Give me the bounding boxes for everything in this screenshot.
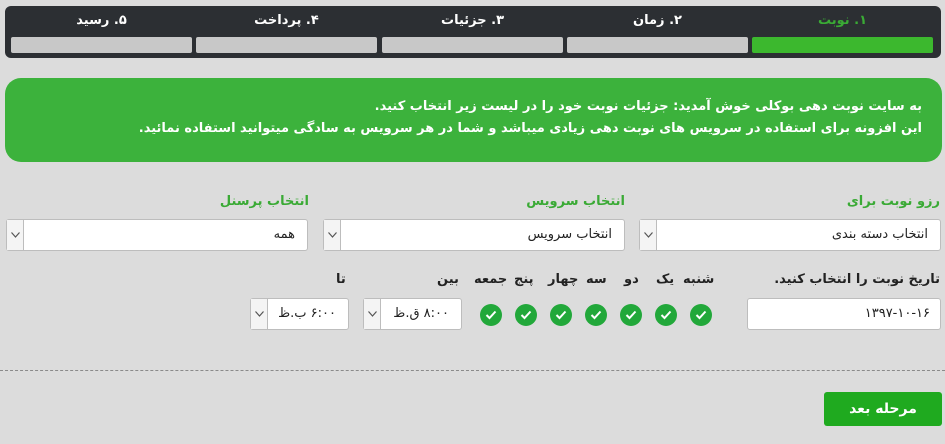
staff-select[interactable]: همه [6,219,308,251]
day-check-friday[interactable] [480,304,502,326]
category-label: رزو نوبت برای [846,194,940,209]
time-to-select[interactable]: ۶:۰۰ ب.ظ [250,298,349,330]
day-label-tuesday: سه [586,272,607,287]
step-label: ۵. رسید [76,13,127,28]
step-progress-bar [196,37,377,53]
time-from-select[interactable]: ۸:۰۰ ق.ظ [363,298,462,330]
checkmark-icon [625,310,637,320]
step-label: ۴. پرداخت [254,13,319,28]
staff-select-value: همه [273,227,295,242]
day-label-sunday: یک [656,272,675,287]
step-time[interactable]: ۲. زمان [565,6,750,58]
step-progress-bar [11,37,192,53]
between-label: بین [437,272,459,287]
welcome-line-1: به سایت نوبت دهی بوکلی خوش آمدید: جزئیات… [374,99,922,114]
to-label: تا [336,272,346,287]
checkmark-icon [485,310,497,320]
step-progress-bar [382,37,563,53]
checkmark-icon [520,310,532,320]
category-select-value: انتخاب دسته بندی [831,227,928,242]
day-label-monday: دو [624,272,639,287]
time-from-value: ۸:۰۰ ق.ظ [393,306,449,321]
service-select-value: انتخاب سرویس [527,227,612,242]
time-to-value: ۶:۰۰ ب.ظ [278,306,336,321]
next-step-button[interactable]: مرحله بعد [824,392,942,426]
day-label-wednesday: چهار [548,272,579,287]
day-check-thursday[interactable] [515,304,537,326]
date-label: تاریخ نوبت را انتخاب کنید. [774,272,940,287]
step-details[interactable]: ۳. جزئیات [380,6,565,58]
date-value: ۱۳۹۷-۱۰-۱۶ [864,306,930,321]
chevron-down-icon[interactable] [364,299,381,329]
progress-steps: ۱. نوبت ۲. زمان ۳. جزئیات ۴. پرداخت ۵. ر… [5,6,941,58]
chevron-down-icon[interactable] [324,220,341,250]
day-label-saturday: شنبه [683,272,715,287]
chevron-down-icon[interactable] [7,220,24,250]
checkmark-icon [590,310,602,320]
day-check-saturday[interactable] [690,304,712,326]
day-check-wednesday[interactable] [550,304,572,326]
divider [0,370,945,371]
chevron-down-icon[interactable] [251,299,268,329]
checkmark-icon [660,310,672,320]
step-progress-bar [752,37,933,53]
chevron-down-icon[interactable] [640,220,657,250]
step-label: ۱. نوبت [817,13,868,28]
welcome-message: به سایت نوبت دهی بوکلی خوش آمدید: جزئیات… [5,78,942,162]
step-appointment[interactable]: ۱. نوبت [750,6,935,58]
checkmark-icon [555,310,567,320]
service-label: انتخاب سرویس [526,194,625,209]
category-select[interactable]: انتخاب دسته بندی [639,219,941,251]
day-label-thursday: پنج [514,272,534,287]
day-check-tuesday[interactable] [585,304,607,326]
day-check-monday[interactable] [620,304,642,326]
day-label-friday: جمعه [474,272,508,287]
step-label: ۲. زمان [633,13,682,28]
step-progress-bar [567,37,748,53]
step-receipt[interactable]: ۵. رسید [9,6,194,58]
checkmark-icon [695,310,707,320]
step-payment[interactable]: ۴. پرداخت [194,6,379,58]
day-check-sunday[interactable] [655,304,677,326]
staff-label: انتخاب پرسنل [219,194,309,209]
date-input[interactable]: ۱۳۹۷-۱۰-۱۶ [747,298,941,330]
step-label: ۳. جزئیات [441,13,504,28]
service-select[interactable]: انتخاب سرویس [323,219,625,251]
welcome-line-2: این افزونه برای استفاده در سرویس های نوب… [138,121,922,136]
